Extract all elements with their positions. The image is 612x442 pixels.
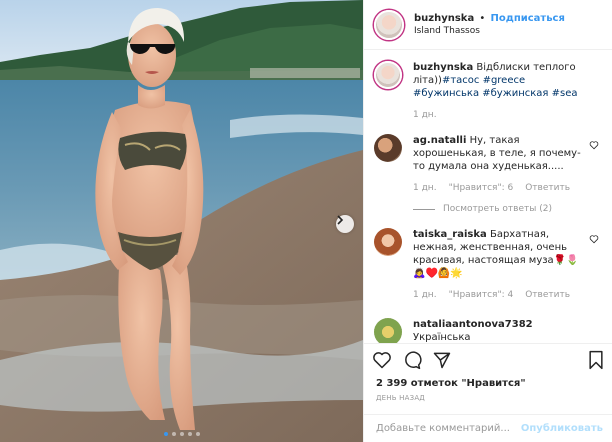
- replies-divider-line: [413, 208, 435, 210]
- reply-button[interactable]: Ответить: [525, 182, 570, 195]
- likes-count[interactable]: 2 399 отметок "Нравится": [364, 378, 612, 389]
- caption-username[interactable]: buzhynska: [413, 62, 473, 73]
- beach-photo-illustration: [0, 0, 363, 442]
- comments-list[interactable]: buzhynska Відблиски теплого літа))#тасос…: [364, 51, 612, 343]
- comment-likes[interactable]: "Нравится": 6: [449, 182, 514, 195]
- comment-item: taiska_raiska Бархатная, нежная, женстве…: [374, 228, 603, 302]
- carousel-dot: [195, 432, 200, 436]
- publish-button[interactable]: Опубликовать: [521, 423, 603, 434]
- save-bookmark-icon[interactable]: [587, 350, 605, 370]
- comment-item: natalia​antonova7382 Українська: [374, 318, 603, 343]
- commenter-avatar[interactable]: [374, 134, 402, 162]
- comment-username[interactable]: natalia​antonova7382: [413, 319, 533, 330]
- caption-author-avatar[interactable]: [374, 61, 402, 89]
- caption: buzhynska Відблиски теплого літа))#тасос…: [374, 61, 603, 122]
- next-photo-button[interactable]: [336, 215, 354, 233]
- post-sidebar: buzhynska • Подписаться Island Thassos b…: [363, 0, 612, 442]
- comment-username[interactable]: taiska_raiska: [413, 229, 487, 240]
- carousel-dot: [171, 432, 176, 436]
- location-link[interactable]: Island Thassos: [414, 25, 565, 38]
- post-photo[interactable]: [0, 0, 363, 442]
- comment-likes[interactable]: "Нравится": 4: [449, 289, 514, 302]
- comment-bubble-icon[interactable]: [402, 350, 422, 370]
- comment-input[interactable]: [376, 423, 521, 434]
- post-header: buzhynska • Подписаться Island Thassos: [364, 0, 612, 50]
- reply-button[interactable]: Ответить: [525, 289, 570, 302]
- post-date[interactable]: ДЕНЬ НАЗАД: [364, 394, 612, 402]
- comment-item: ag.natalli Ну, такая хорошенькая, в теле…: [374, 134, 603, 195]
- comment-username[interactable]: ag.natalli: [413, 135, 466, 146]
- like-comment-heart-icon[interactable]: [589, 234, 599, 244]
- carousel-indicator: [0, 432, 363, 436]
- carousel-dot: [187, 432, 192, 436]
- comment-time[interactable]: 1 дн.: [413, 182, 437, 195]
- comment-time[interactable]: 1 дн.: [413, 289, 437, 302]
- commenter-avatar[interactable]: [374, 318, 402, 343]
- share-paper-plane-icon[interactable]: [432, 350, 452, 370]
- comment-text: Українська: [413, 332, 471, 343]
- chevron-right-icon: [337, 215, 344, 225]
- author-username[interactable]: buzhynska: [414, 13, 474, 24]
- header-separator: •: [479, 12, 486, 24]
- post-actions: 2 399 отметок "Нравится" ДЕНЬ НАЗАД Опуб…: [364, 343, 612, 442]
- view-replies-button[interactable]: Посмотреть ответы (2): [413, 204, 603, 214]
- author-avatar[interactable]: [374, 9, 404, 40]
- caption-time[interactable]: 1 дн.: [413, 109, 437, 122]
- carousel-dot-active: [163, 432, 168, 436]
- like-heart-icon[interactable]: [372, 350, 392, 370]
- view-replies-label: Посмотреть ответы (2): [443, 204, 552, 214]
- follow-button[interactable]: Подписаться: [491, 13, 565, 24]
- add-comment-bar: Опубликовать: [364, 414, 612, 442]
- commenter-avatar[interactable]: [374, 228, 402, 256]
- carousel-dot: [179, 432, 184, 436]
- like-comment-heart-icon[interactable]: [589, 140, 599, 150]
